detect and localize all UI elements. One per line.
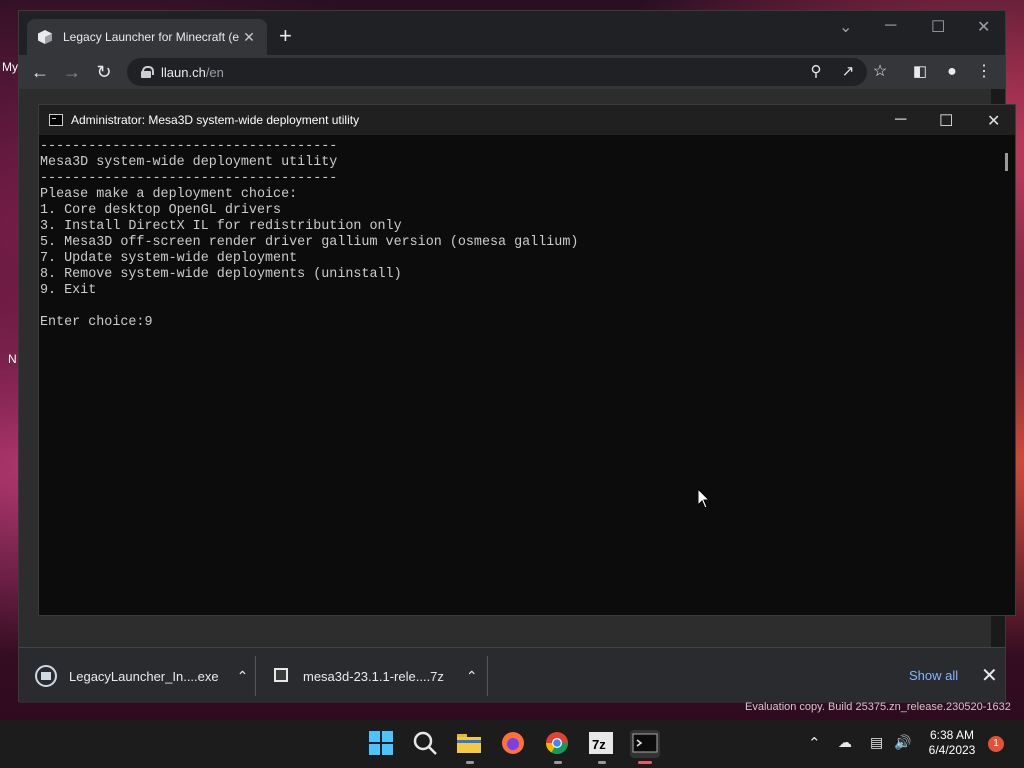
tab-search-chevron-icon[interactable]: ⌄ <box>839 17 852 37</box>
browser-tab[interactable]: Legacy Launcher for Minecraft (e ✕ <box>27 19 267 55</box>
download-filename: LegacyLauncher_In....exe <box>69 668 219 684</box>
console-scrollbar[interactable] <box>999 135 1015 615</box>
tab-close-icon[interactable]: ✕ <box>241 29 257 46</box>
bookmark-star-icon[interactable]: ☆ <box>869 61 891 83</box>
browser-close-button[interactable]: ✕ <box>977 17 990 37</box>
taskbar-clock[interactable]: 6:38 AM 6/4/2023 <box>920 728 984 758</box>
terminal-button[interactable] <box>630 730 660 764</box>
console-line: Please make a deployment choice: <box>40 187 298 202</box>
console-app-icon <box>49 114 63 126</box>
archive-7z-icon <box>274 668 288 682</box>
close-download-bar-icon[interactable]: ✕ <box>981 663 998 688</box>
zoom-search-icon[interactable]: ⚲ <box>805 61 827 83</box>
download-separator <box>487 656 488 696</box>
installer-icon <box>35 665 57 687</box>
browser-minimize-button[interactable]: ─ <box>885 17 896 35</box>
start-button[interactable] <box>368 730 396 758</box>
console-line: 3. Install DirectX IL for redistribution… <box>40 219 402 234</box>
console-line: ------------------------------------- <box>40 139 338 154</box>
windows-logo-icon <box>369 731 393 755</box>
chevron-up-icon[interactable]: ⌃ <box>466 668 478 685</box>
browser-maximize-button[interactable]: ☐ <box>931 17 945 37</box>
cube-icon <box>38 30 52 44</box>
chevron-up-icon[interactable]: ⌃ <box>237 668 249 685</box>
mouse-pointer-icon <box>698 489 710 509</box>
clock-date: 6/4/2023 <box>928 743 976 757</box>
reload-icon[interactable]: ↻ <box>93 61 115 83</box>
search-button[interactable] <box>412 730 440 758</box>
terminal-icon <box>632 733 658 753</box>
address-bar[interactable]: llaun.ch/en <box>127 58 867 86</box>
console-line: 8. Remove system-wide deployments (unins… <box>40 267 402 282</box>
folder-icon <box>457 734 481 753</box>
browser-toolbar: ← → ↻ llaun.ch/en ⚲ ↗ ☆ ◧ ● ⋮ <box>19 55 1005 89</box>
console-title-bar[interactable]: Administrator: Mesa3D system-wide deploy… <box>39 105 1015 135</box>
side-panel-icon[interactable]: ◧ <box>909 61 931 83</box>
console-maximize-button[interactable]: ☐ <box>939 111 953 131</box>
7zip-icon: 7z <box>589 732 613 754</box>
menu-kebab-icon[interactable]: ⋮ <box>973 61 995 83</box>
console-prompt-line: Enter choice:9 <box>40 315 153 330</box>
network-icon[interactable]: ▤ <box>870 734 883 751</box>
notification-badge[interactable]: 1 <box>988 736 1004 752</box>
console-line: 1. Core desktop OpenGL drivers <box>40 203 282 218</box>
running-indicator <box>466 761 474 764</box>
console-line: Mesa3D system-wide deployment utility <box>40 155 338 170</box>
console-scrollbar-thumb[interactable] <box>1005 153 1008 171</box>
chrome-button[interactable] <box>544 730 572 764</box>
console-minimize-button[interactable]: ─ <box>895 111 906 129</box>
console-close-button[interactable]: ✕ <box>987 111 1000 131</box>
show-hidden-icons-chevron[interactable]: ⌃ <box>808 734 821 752</box>
console-line: 5. Mesa3D off-screen render driver galli… <box>40 235 579 250</box>
forward-arrow-icon[interactable]: → <box>61 61 83 83</box>
svg-text:7z: 7z <box>592 737 606 752</box>
firefox-icon <box>502 732 524 754</box>
console-line: 9. Exit <box>40 283 97 298</box>
url-path: /en <box>205 64 224 80</box>
desktop-icon-label-n: N <box>8 352 17 366</box>
chrome-icon <box>546 732 568 754</box>
active-indicator <box>638 761 652 764</box>
onedrive-offline-icon[interactable]: ☁ <box>838 734 852 751</box>
console-output[interactable]: ------------------------------------- Mes… <box>39 139 1001 615</box>
share-icon[interactable]: ↗ <box>837 61 859 83</box>
search-icon <box>413 731 437 755</box>
console-line: 7. Update system-wide deployment <box>40 251 298 266</box>
download-filename: mesa3d-23.1.1-rele....7z <box>303 668 444 684</box>
url-host: llaun.ch <box>161 64 206 80</box>
clock-time: 6:38 AM <box>929 728 975 742</box>
console-line: ------------------------------------- <box>40 171 338 186</box>
running-indicator <box>554 761 562 764</box>
tab-strip: Legacy Launcher for Minecraft (e ✕ + ⌄ ─… <box>19 11 1005 61</box>
volume-icon[interactable]: 🔊 <box>894 734 911 751</box>
console-window: Administrator: Mesa3D system-wide deploy… <box>38 104 1016 616</box>
taskbar: 7z ⌃ ☁ ▤ 🔊 6:38 AM 6/4/2023 1 <box>0 720 1024 768</box>
console-title: Administrator: Mesa3D system-wide deploy… <box>71 113 360 127</box>
download-item[interactable]: LegacyLauncher_In....exe ⌃ <box>35 648 248 704</box>
running-indicator <box>598 761 606 764</box>
profile-icon[interactable]: ● <box>941 61 963 83</box>
download-bar: LegacyLauncher_In....exe ⌃ mesa3d-23.1.1… <box>19 647 1005 703</box>
show-all-downloads-link[interactable]: Show all <box>909 668 958 683</box>
download-separator <box>255 656 256 696</box>
desktop-icon-label-my: My <box>2 60 18 74</box>
new-tab-button[interactable]: + <box>279 25 292 47</box>
tab-title: Legacy Launcher for Minecraft (e <box>63 30 240 44</box>
lock-icon <box>141 66 154 78</box>
back-arrow-icon[interactable]: ← <box>29 61 51 83</box>
7zip-button[interactable]: 7z <box>588 730 616 764</box>
evaluation-watermark: Evaluation copy. Build 25375.zn_release.… <box>745 701 1011 713</box>
download-item[interactable]: mesa3d-23.1.1-rele....7z ⌃ <box>273 648 478 704</box>
file-explorer-button[interactable] <box>456 730 484 764</box>
firefox-button[interactable] <box>500 730 528 758</box>
